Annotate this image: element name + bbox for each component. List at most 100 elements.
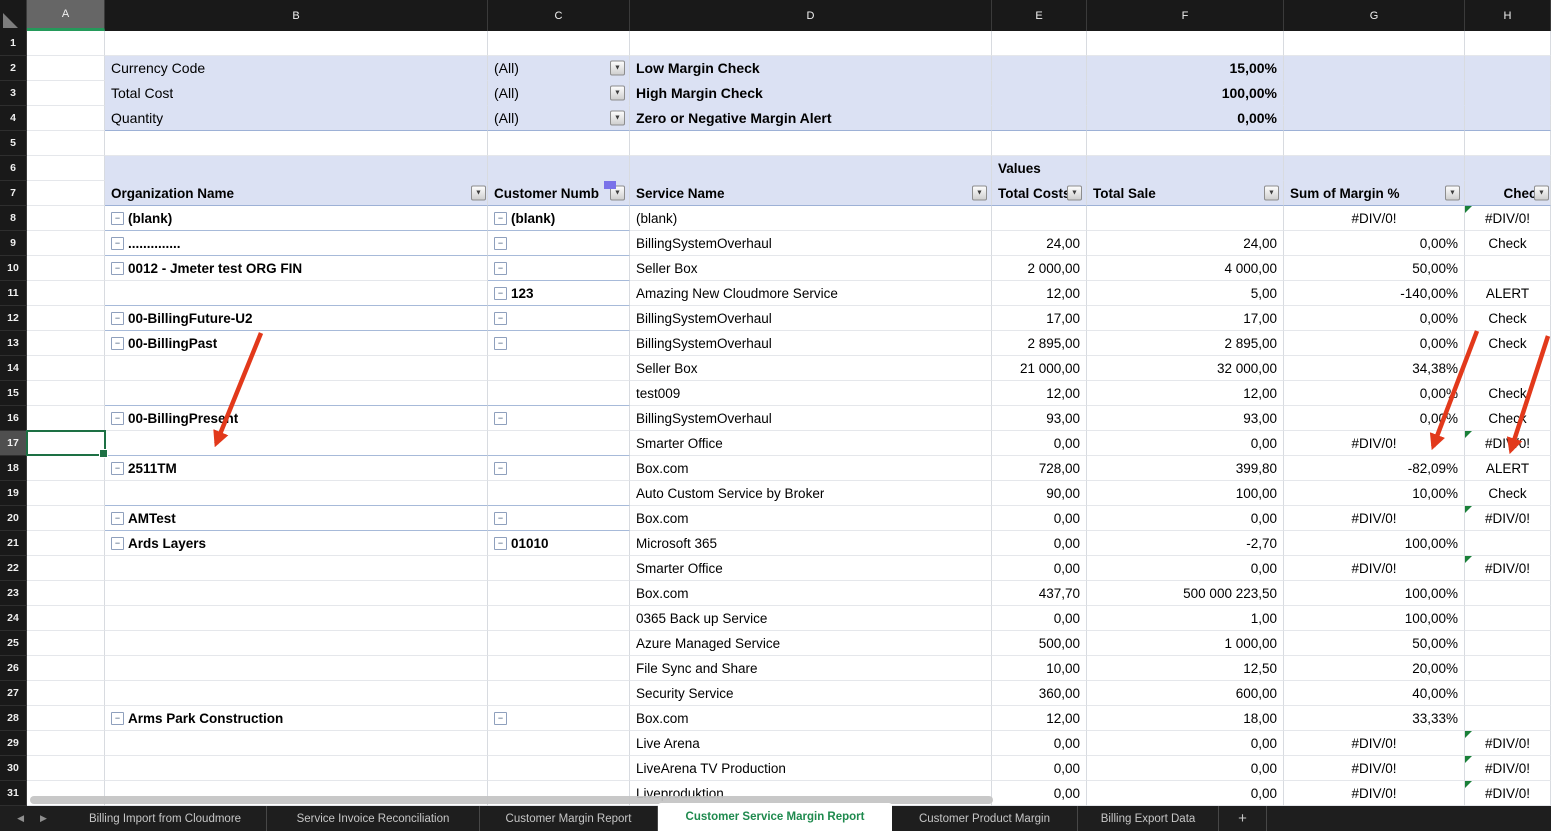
org-cell[interactable] [105,281,488,306]
autofilter-button[interactable]: ▼ [1445,186,1460,201]
margin-cell[interactable]: 20,00% [1284,656,1465,681]
row-header-6[interactable]: 6 [0,156,27,181]
row-header-24[interactable]: 24 [0,606,27,631]
collapse-button[interactable]: − [111,337,124,350]
empty-cell[interactable] [992,131,1087,156]
cell-A26[interactable] [27,656,105,681]
check-header[interactable]: Check▼ [1465,181,1551,206]
cell-A25[interactable] [27,631,105,656]
check-cell[interactable]: Check [1465,331,1551,356]
empty-cell[interactable] [992,56,1087,81]
values-label-cell[interactable]: Values [992,156,1087,181]
total-costs-cell[interactable]: 500,00 [992,631,1087,656]
total-costs-cell[interactable]: 0,00 [992,506,1087,531]
total-sale-header[interactable]: Total Sale▼ [1087,181,1284,206]
filter-dropdown[interactable]: ▼ [610,61,625,76]
total-sale-cell[interactable]: 24,00 [1087,231,1284,256]
customer-cell[interactable] [488,556,630,581]
margin-cell[interactable]: #DIV/0! [1284,556,1465,581]
organization-name-header[interactable]: Organization Name▼ [105,181,488,206]
cell-A4[interactable] [27,106,105,131]
customer-cell[interactable] [488,656,630,681]
service-cell[interactable]: Security Service [630,681,992,706]
margin-cell[interactable]: 50,00% [1284,631,1465,656]
empty-cell[interactable] [105,156,488,181]
row-header-22[interactable]: 22 [0,556,27,581]
org-cell[interactable] [105,431,488,456]
margin-cell[interactable]: #DIV/0! [1284,506,1465,531]
service-cell[interactable]: Box.com [630,456,992,481]
service-cell[interactable]: (blank) [630,206,992,231]
customer-cell[interactable]: −123 [488,281,630,306]
empty-cell[interactable] [1284,31,1465,56]
cell-A28[interactable] [27,706,105,731]
total-costs-cell[interactable]: 728,00 [992,456,1087,481]
collapse-button[interactable]: − [111,412,124,425]
collapse-button[interactable]: − [494,237,507,250]
row-header-12[interactable]: 12 [0,306,27,331]
column-header-F[interactable]: F [1087,0,1284,31]
total-costs-cell[interactable]: 12,00 [992,706,1087,731]
row-header-31[interactable]: 31 [0,781,27,806]
cell-A21[interactable] [27,531,105,556]
margin-cell[interactable]: #DIV/0! [1284,731,1465,756]
service-cell[interactable]: Box.com [630,581,992,606]
empty-cell[interactable] [1284,106,1465,131]
collapse-button[interactable]: − [111,462,124,475]
column-header-E[interactable]: E [992,0,1087,31]
row-header-21[interactable]: 21 [0,531,27,556]
margin-check-value-cell[interactable]: 100,00% [1087,81,1284,106]
row-header-8[interactable]: 8 [0,206,27,231]
margin-cell[interactable]: 34,38% [1284,356,1465,381]
margin-check-label-cell[interactable]: Low Margin Check [630,56,992,81]
customer-cell[interactable] [488,756,630,781]
total-sale-cell[interactable]: 100,00 [1087,481,1284,506]
check-cell[interactable]: ALERT [1465,456,1551,481]
margin-cell[interactable]: -140,00% [1284,281,1465,306]
row-header-1[interactable]: 1 [0,31,27,56]
cell-A23[interactable] [27,581,105,606]
row-header-27[interactable]: 27 [0,681,27,706]
service-cell[interactable]: File Sync and Share [630,656,992,681]
total-sale-cell[interactable]: 17,00 [1087,306,1284,331]
margin-cell[interactable]: #DIV/0! [1284,756,1465,781]
filter-dropdown[interactable]: ▼ [610,86,625,101]
check-cell[interactable] [1465,256,1551,281]
margin-cell[interactable]: -82,09% [1284,456,1465,481]
service-cell[interactable]: Azure Managed Service [630,631,992,656]
margin-check-label-cell[interactable]: High Margin Check [630,81,992,106]
check-cell[interactable]: #DIV/0! [1465,206,1551,231]
row-header-18[interactable]: 18 [0,456,27,481]
total-sale-cell[interactable]: 399,80 [1087,456,1284,481]
empty-cell[interactable] [1284,156,1465,181]
collapse-button[interactable]: − [494,212,507,225]
total-sale-cell[interactable]: 0,00 [1087,781,1284,806]
check-cell[interactable] [1465,706,1551,731]
total-sale-cell[interactable]: 2 895,00 [1087,331,1284,356]
row-header-28[interactable]: 28 [0,706,27,731]
sheet-tab-customer-service-margin-report[interactable]: Customer Service Margin Report [658,803,892,831]
cell-A3[interactable] [27,81,105,106]
margin-check-label-cell[interactable]: Zero or Negative Margin Alert [630,106,992,131]
empty-cell[interactable] [488,131,630,156]
autofilter-button[interactable]: ▼ [1067,186,1082,201]
filter-label-cell[interactable]: Total Cost [105,81,488,106]
customer-cell[interactable]: − [488,456,630,481]
total-costs-cell[interactable]: 0,00 [992,756,1087,781]
sheet-tab-billing-import-from-cloudmore[interactable]: Billing Import from Cloudmore [64,806,267,831]
collapse-button[interactable]: − [494,462,507,475]
empty-cell[interactable] [105,131,488,156]
cell-A5[interactable] [27,131,105,156]
total-costs-cell[interactable]: 93,00 [992,406,1087,431]
org-cell[interactable] [105,581,488,606]
total-costs-cell[interactable]: 2 895,00 [992,331,1087,356]
org-cell[interactable]: −.............. [105,231,488,256]
check-cell[interactable]: #DIV/0! [1465,506,1551,531]
margin-cell[interactable]: 0,00% [1284,381,1465,406]
service-cell[interactable]: BillingSystemOverhaul [630,306,992,331]
total-costs-cell[interactable]: 0,00 [992,731,1087,756]
margin-cell[interactable]: #DIV/0! [1284,781,1465,806]
row-header-4[interactable]: 4 [0,106,27,131]
row-header-19[interactable]: 19 [0,481,27,506]
empty-cell[interactable] [1284,56,1465,81]
